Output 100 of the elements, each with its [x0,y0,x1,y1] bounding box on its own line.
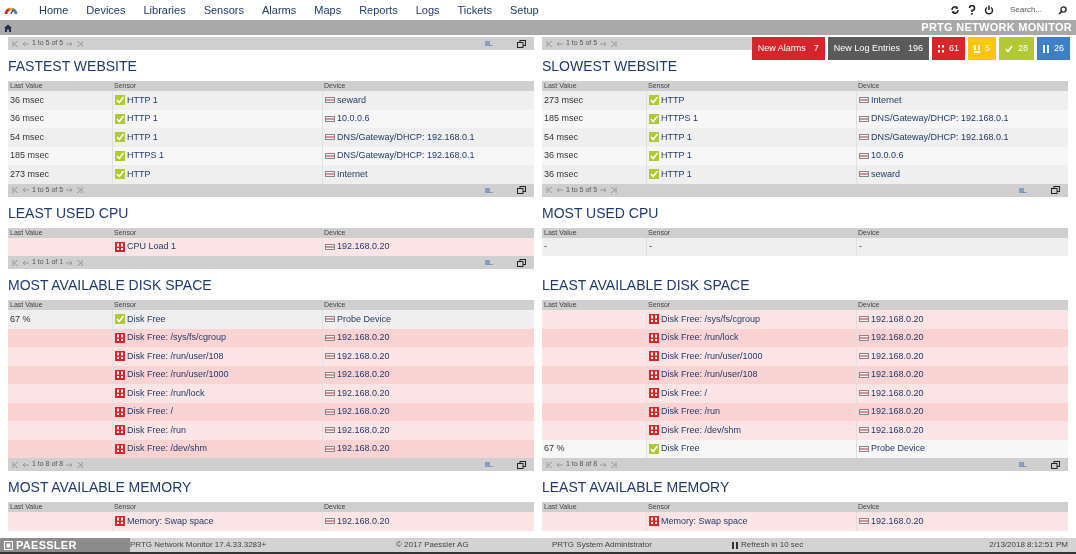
first-page-icon[interactable] [12,259,19,266]
nav-link[interactable]: Alarms [253,1,306,19]
next-page-icon[interactable] [66,461,74,468]
last-page-icon[interactable] [610,40,618,47]
sensor-link[interactable]: Memory: Swap space [661,514,748,528]
sensor-link[interactable]: HTTP [661,93,685,107]
nav-link[interactable]: Sensors [194,1,253,19]
previous-page-icon[interactable] [22,461,29,468]
last-page-icon[interactable] [76,40,84,47]
previous-page-icon[interactable] [22,259,29,266]
last-page-icon[interactable] [610,461,618,468]
export-icon[interactable] [1019,187,1029,193]
device-link[interactable]: 192.168.0.20 [871,349,924,363]
device-link[interactable]: 192.168.0.20 [871,386,924,400]
sensor-link[interactable]: HTTP 1 [127,130,158,144]
home-icon[interactable] [4,23,12,32]
export-icon[interactable] [485,41,495,46]
help-icon[interactable] [968,5,976,15]
device-link[interactable]: DNS/Gateway/DHCP: 192.168.0.1 [871,112,1009,126]
sensor-link[interactable]: HTTPS 1 [127,149,164,163]
first-page-icon[interactable] [546,187,553,193]
sensor-link[interactable]: Disk Free: /run [661,405,720,419]
nav-link[interactable]: Logs [406,1,449,19]
device-link[interactable]: 192.168.0.20 [871,514,924,528]
device-link[interactable]: 192.168.0.20 [337,442,390,456]
last-page-icon[interactable] [610,187,618,193]
sensor-link[interactable]: Disk Free: /run/user/1000 [127,368,229,382]
nav-link[interactable]: Devices [77,1,135,19]
popout-icon[interactable] [1051,186,1060,194]
device-link[interactable]: 192.168.0.20 [871,331,924,345]
sensor-link[interactable]: Disk Free: / [661,386,707,400]
next-page-icon[interactable] [600,187,608,193]
popout-icon[interactable] [1051,460,1060,469]
next-page-icon[interactable] [600,40,608,47]
sensor-link[interactable]: Disk Free: /run [127,423,186,437]
previous-page-icon[interactable] [556,461,563,468]
status-counter-button[interactable]: 26 [1037,37,1070,60]
nav-link[interactable]: Home [30,1,78,19]
device-link[interactable]: DNS/Gateway/DHCP: 192.168.0.1 [337,149,475,163]
sensor-link[interactable]: HTTP 1 [661,167,692,181]
device-link[interactable]: 192.168.0.20 [337,368,390,382]
device-link[interactable]: Internet [337,167,368,181]
device-link[interactable]: DNS/Gateway/DHCP: 192.168.0.1 [337,130,475,144]
refresh-countdown[interactable]: Refresh in 10 sec [741,539,804,551]
first-page-icon[interactable] [12,40,19,47]
export-icon[interactable] [485,187,495,193]
sensor-link[interactable]: Disk Free [661,442,700,456]
sensor-link[interactable]: Disk Free: /sys/fs/cgroup [661,312,761,326]
device-link[interactable]: 192.168.0.20 [871,312,924,326]
status-counter-button[interactable]: 61 [931,37,965,60]
first-page-icon[interactable] [546,40,553,47]
sensor-link[interactable]: HTTP [127,167,151,181]
next-page-icon[interactable] [66,187,74,193]
last-page-icon[interactable] [76,461,84,468]
sensor-link[interactable]: CPU Load 1 [127,240,177,254]
sensor-link[interactable]: Disk Free [127,312,166,326]
device-link[interactable]: 192.168.0.20 [337,331,390,345]
refresh-icon[interactable] [950,5,960,15]
previous-page-icon[interactable] [22,40,29,47]
device-link[interactable]: DNS/Gateway/DHCP: 192.168.0.1 [871,130,1009,144]
device-link[interactable]: 192.168.0.20 [337,386,390,400]
device-link[interactable]: 192.168.0.20 [337,514,390,528]
sensor-link[interactable]: HTTP 1 [661,149,692,163]
sensor-link[interactable]: Disk Free: /dev/shm [127,442,208,456]
first-page-icon[interactable] [546,461,553,468]
previous-page-icon[interactable] [556,40,563,47]
export-icon[interactable] [485,260,495,265]
alarm-counter-button[interactable]: New Log Entries 196 [827,37,929,60]
next-page-icon[interactable] [600,461,608,468]
sensor-link[interactable]: HTTP 1 [127,112,158,126]
nav-link[interactable]: Reports [350,1,407,19]
sensor-link[interactable]: Disk Free: /run/user/108 [661,368,758,382]
power-icon[interactable] [984,5,994,15]
device-link[interactable]: Internet [871,93,902,107]
first-page-icon[interactable] [12,461,19,468]
popout-icon[interactable] [517,39,526,48]
popout-icon[interactable] [517,460,526,469]
search-icon[interactable] [1058,5,1067,15]
alarm-counter-button[interactable]: New Alarms 7 [751,37,825,60]
next-page-icon[interactable] [66,40,74,47]
sensor-link[interactable]: Disk Free: /dev/shm [661,423,742,437]
last-page-icon[interactable] [76,259,84,266]
last-page-icon[interactable] [76,187,84,193]
sensor-link[interactable]: Disk Free: /run/user/108 [127,349,224,363]
sensor-link[interactable]: Memory: Swap space [127,514,214,528]
sensor-link[interactable]: HTTPS 1 [661,112,698,126]
nav-link[interactable]: Tickets [448,1,501,19]
device-link[interactable]: 192.168.0.20 [871,423,924,437]
sensor-link[interactable]: Disk Free: /run/user/1000 [661,349,763,363]
sensor-link[interactable]: Disk Free: / [127,405,173,419]
popout-icon[interactable] [517,258,526,267]
device-link[interactable]: Probe Device [337,312,392,326]
sensor-link[interactable]: Disk Free: /sys/fs/cgroup [127,331,227,345]
export-icon[interactable] [1019,462,1029,467]
device-link[interactable]: seward [337,93,366,107]
pause-icon[interactable] [732,541,738,549]
nav-link[interactable]: Maps [305,1,351,19]
sensor-link[interactable]: HTTP 1 [127,93,158,107]
popout-icon[interactable] [517,186,526,194]
previous-page-icon[interactable] [22,187,29,193]
